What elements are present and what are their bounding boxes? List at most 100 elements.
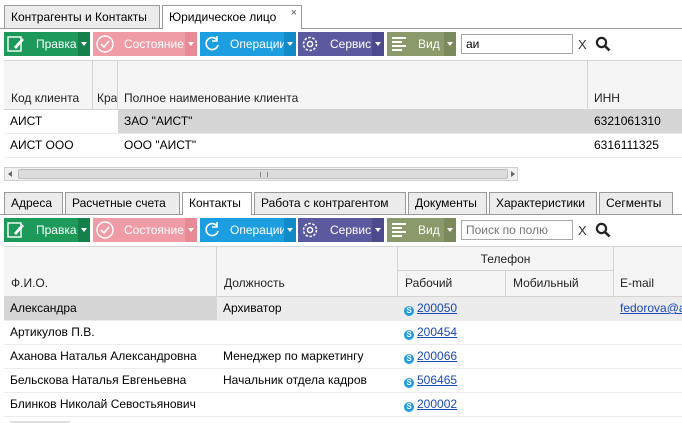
table-row[interactable]: Бельскова Наталья Евгеньевна Начальник о… bbox=[4, 369, 682, 393]
header-position-label: Должность bbox=[224, 276, 285, 290]
scroll-left-arrow[interactable] bbox=[5, 168, 17, 180]
scroll-right-arrow[interactable] bbox=[507, 168, 519, 180]
skype-icon[interactable]: S bbox=[404, 306, 414, 316]
state-button[interactable]: Состояние bbox=[93, 218, 197, 242]
chevron-down-icon[interactable] bbox=[284, 218, 296, 242]
table-row[interactable] bbox=[4, 417, 682, 423]
search-icon[interactable] bbox=[595, 36, 611, 52]
phone-link[interactable]: 200454 bbox=[417, 325, 457, 339]
tab-addresses[interactable]: Адреса bbox=[4, 192, 63, 214]
cell-fio: Блинков Николай Севостьянович bbox=[10, 397, 196, 411]
email-link[interactable]: fedorova@a bbox=[620, 301, 682, 315]
cell-fio: Артикулов П.В. bbox=[10, 325, 95, 339]
tab-legal-entity[interactable]: Юридическое лицо × bbox=[162, 5, 302, 29]
search-input[interactable] bbox=[461, 34, 573, 54]
chevron-down-icon[interactable] bbox=[78, 32, 90, 56]
tab-characteristics[interactable]: Характеристики bbox=[489, 192, 597, 214]
header-short-label: Кра bbox=[97, 91, 118, 105]
close-icon[interactable]: × bbox=[291, 7, 297, 19]
detail-tabs-line bbox=[0, 214, 682, 215]
operations-label: Операции bbox=[230, 223, 287, 237]
tab-documents[interactable]: Документы bbox=[408, 192, 487, 214]
table-row[interactable]: Аханова Наталья Александровна Менеджер п… bbox=[4, 345, 682, 369]
chevron-down-icon[interactable] bbox=[185, 32, 197, 56]
field-search-input[interactable] bbox=[461, 220, 573, 240]
header-fio[interactable]: Ф.И.О. bbox=[4, 247, 217, 296]
chevron-down-icon[interactable] bbox=[444, 32, 456, 56]
edit-label: Правка bbox=[36, 223, 77, 237]
header-full-name[interactable]: Полное наименование клиента bbox=[118, 61, 588, 109]
skype-icon[interactable]: S bbox=[404, 378, 414, 388]
skype-icon[interactable]: S bbox=[404, 354, 414, 364]
view-label: Вид bbox=[418, 37, 440, 51]
list-icon bbox=[392, 223, 406, 237]
cell-code: АИСТ bbox=[4, 110, 118, 133]
table-row[interactable]: АИСТ ЗАО "АИСТ" 6321061310 bbox=[4, 110, 682, 134]
chevron-down-icon[interactable] bbox=[185, 218, 197, 242]
tab-label: Работа с контрагентом bbox=[261, 196, 389, 210]
edit-button[interactable]: Правка bbox=[4, 32, 90, 56]
header-full-label: Полное наименование клиента bbox=[124, 91, 299, 105]
header-mobile-phone[interactable]: Мобильный bbox=[506, 271, 614, 296]
cell-fio: Аханова Наталья Александровна bbox=[10, 349, 197, 363]
header-code[interactable]: Код клиента bbox=[4, 61, 93, 109]
table-row[interactable]: Артикулов П.В. S 200454 bbox=[4, 321, 682, 345]
header-email[interactable]: E-mail bbox=[614, 247, 682, 296]
table-row[interactable]: АИСТ ООО ООО "АИСТ" 6316111325 bbox=[4, 134, 682, 158]
header-code-label: Код клиента bbox=[11, 91, 80, 105]
phone-link[interactable]: 200002 bbox=[417, 397, 457, 411]
phone-link[interactable]: 200066 bbox=[417, 349, 457, 363]
service-button[interactable]: Сервис bbox=[298, 32, 384, 56]
chevron-down-icon[interactable] bbox=[372, 218, 384, 242]
view-button[interactable]: Вид bbox=[387, 218, 456, 242]
tab-contractors-contacts[interactable]: Контрагенты и Контакты bbox=[4, 5, 160, 28]
horizontal-scrollbar[interactable] bbox=[4, 167, 518, 181]
toolbar-contacts: Правка Состояние Операции Сервис Вид X bbox=[4, 218, 680, 244]
chevron-down-icon[interactable] bbox=[284, 32, 296, 56]
clear-search-button[interactable]: X bbox=[578, 37, 587, 52]
chevron-down-icon[interactable] bbox=[78, 218, 90, 242]
contacts-grid: Ф.И.О. Должность Телефон Рабочий Мобильн… bbox=[4, 246, 682, 423]
table-row[interactable]: Блинков Николай Севостьянович S 200002 bbox=[4, 393, 682, 417]
header-work-phone[interactable]: Рабочий bbox=[398, 271, 506, 296]
skype-icon[interactable]: S bbox=[404, 330, 414, 340]
operations-button[interactable]: Операции bbox=[200, 32, 296, 56]
state-button[interactable]: Состояние bbox=[93, 32, 197, 56]
top-tabs-line bbox=[0, 28, 682, 29]
chevron-down-icon[interactable] bbox=[372, 32, 384, 56]
tab-work-with-contractor[interactable]: Работа с контрагентом bbox=[254, 192, 406, 214]
header-phone-group: Телефон bbox=[398, 247, 614, 271]
cell-full-name: ЗАО "АИСТ" bbox=[118, 110, 588, 133]
pencil-icon bbox=[7, 36, 24, 52]
header-short-name[interactable]: Кра bbox=[93, 61, 118, 109]
table-row[interactable]: Александра Архиватор S 200050 fedorova@a bbox=[4, 297, 682, 321]
cell-position: Начальник отдела кадров bbox=[223, 373, 367, 387]
cell-position: Архиватор bbox=[217, 297, 398, 320]
tab-segments[interactable]: Сегменты bbox=[599, 192, 673, 214]
cell-fio: Бельскова Наталья Евгеньевна bbox=[10, 373, 187, 387]
header-phone-label: Телефон bbox=[480, 252, 531, 266]
service-button[interactable]: Сервис bbox=[298, 218, 384, 242]
cell-inn: 6316111325 bbox=[594, 138, 659, 152]
tab-label: Документы bbox=[415, 196, 477, 210]
cell-work-phone: S 200066 bbox=[398, 345, 506, 368]
tab-bank-accounts[interactable]: Расчетные счета bbox=[65, 192, 180, 214]
phone-link[interactable]: 506465 bbox=[417, 373, 457, 387]
clear-search-button[interactable]: X bbox=[578, 223, 587, 238]
search-icon[interactable] bbox=[595, 222, 611, 238]
header-inn[interactable]: ИНН bbox=[588, 61, 682, 109]
operations-button[interactable]: Операции bbox=[200, 218, 296, 242]
skype-icon[interactable]: S bbox=[404, 402, 414, 412]
edit-button[interactable]: Правка bbox=[4, 218, 90, 242]
cell-fio: Александра bbox=[4, 297, 217, 320]
header-position[interactable]: Должность bbox=[217, 247, 398, 296]
phone-link[interactable]: 200050 bbox=[417, 301, 457, 315]
cell-position: Менеджер по маркетингу bbox=[223, 349, 364, 363]
view-button[interactable]: Вид bbox=[387, 32, 456, 56]
contacts-header: Ф.И.О. Должность Телефон Рабочий Мобильн… bbox=[4, 247, 682, 297]
chevron-down-icon[interactable] bbox=[444, 218, 456, 242]
clients-header: Код клиента Кра Полное наименование клие… bbox=[4, 61, 682, 110]
scroll-thumb[interactable] bbox=[18, 169, 508, 179]
tab-contacts[interactable]: Контакты bbox=[182, 192, 252, 215]
edit-label: Правка bbox=[36, 37, 77, 51]
